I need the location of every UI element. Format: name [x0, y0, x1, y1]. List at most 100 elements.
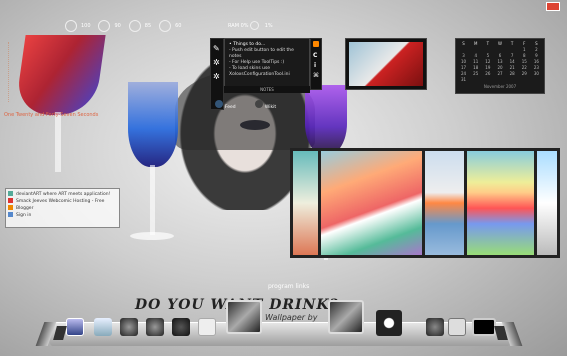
- slide-panel[interactable]: [318, 148, 426, 258]
- terminal-icon[interactable]: [472, 318, 496, 336]
- blank-icon[interactable]: [198, 318, 216, 336]
- gauge-icon: [65, 20, 77, 32]
- calendar-day[interactable]: 22: [519, 65, 530, 70]
- wallpaper-caption-line: One Twenty and Forty-Seven Seconds: [4, 112, 99, 118]
- bookmark-link[interactable]: Blogger: [8, 205, 117, 212]
- program-links-label: program links: [268, 283, 310, 290]
- computer-icon[interactable]: [66, 318, 84, 336]
- notes-widget[interactable]: • Things to do... - Push edit button to …: [224, 38, 310, 88]
- settings-icon[interactable]: [146, 318, 164, 336]
- slide-panel[interactable]: [422, 148, 468, 258]
- wikit-shortcut[interactable]: Wikit: [255, 100, 285, 114]
- feed-label: Feed: [224, 105, 236, 110]
- gauge-label: 100: [81, 23, 91, 29]
- calendar-day[interactable]: 18: [470, 65, 481, 70]
- calendar-day[interactable]: [458, 47, 469, 52]
- explorer-icon[interactable]: [448, 318, 466, 336]
- settings-icon[interactable]: [120, 318, 138, 336]
- glass-blue: [128, 82, 178, 167]
- calendar-day[interactable]: [494, 47, 505, 52]
- notes-item: - Push edit button to edit the notes: [229, 48, 294, 59]
- feed-shortcut[interactable]: Feed: [215, 100, 245, 114]
- rss-icon[interactable]: [313, 41, 319, 47]
- calendar-day[interactable]: 13: [494, 59, 505, 64]
- package-icon[interactable]: [328, 300, 364, 334]
- gauge-label: 85: [144, 23, 152, 29]
- calendar-day[interactable]: 3: [458, 53, 469, 58]
- calendar-day[interactable]: 17: [458, 65, 469, 70]
- calendar-day[interactable]: 6: [494, 53, 505, 58]
- wallpaper-scribble: [8, 42, 48, 102]
- calendar-day[interactable]: 29: [519, 71, 530, 76]
- bookmark-link[interactable]: Smack Jeeves Webcomic Hosting - Free: [8, 198, 117, 205]
- calendar-day[interactable]: 12: [482, 59, 493, 64]
- calendar-day[interactable]: 7: [507, 53, 518, 58]
- calendar-day[interactable]: 28: [507, 71, 518, 76]
- calendar-day[interactable]: [507, 47, 518, 52]
- calendar-day[interactable]: 8: [519, 53, 530, 58]
- notes-gear-icon[interactable]: ✲: [213, 58, 220, 67]
- wikit-icon: [255, 100, 263, 108]
- ram-label: RAM: [228, 23, 240, 29]
- calendar-day[interactable]: 30: [531, 71, 542, 76]
- calendar-day[interactable]: [482, 47, 493, 52]
- slide-panel[interactable]: [534, 148, 560, 258]
- notes-gear-icon[interactable]: ✲: [213, 72, 220, 81]
- gear-icon[interactable]: [376, 310, 402, 336]
- browser-icon[interactable]: [172, 318, 190, 336]
- notes-footer: NOTES: [224, 86, 310, 93]
- glass-blue-stem: [150, 165, 155, 235]
- info-icon[interactable]: i: [314, 62, 316, 69]
- gauge-label: 60: [175, 23, 182, 29]
- deviantart-icon: [8, 191, 13, 196]
- calendar-day[interactable]: 1: [519, 47, 530, 52]
- key-icon[interactable]: ⌘: [313, 72, 319, 79]
- calendar-day[interactable]: 19: [482, 65, 493, 70]
- calendar-day[interactable]: 4: [470, 53, 481, 58]
- bookmark-label: Blogger: [16, 206, 34, 211]
- calendar-day[interactable]: 2: [531, 47, 542, 52]
- bookmark-label: deviantART where ART meets application!: [16, 192, 111, 197]
- calendar-header: M: [473, 41, 478, 46]
- calendar-widget[interactable]: S M T W T F S 1 2 3 4 5 6 7 8 9 10 11 12 13 14 15 16 17 18 19 20 21…: [455, 38, 545, 94]
- bookmark-link[interactable]: deviantART where ART meets application!: [8, 191, 117, 198]
- c-icon[interactable]: C: [313, 52, 317, 59]
- glass-purple: [305, 85, 347, 155]
- smackjeeves-icon: [8, 198, 13, 203]
- calendar-day[interactable]: 10: [458, 59, 469, 64]
- calendar-day[interactable]: 9: [531, 53, 542, 58]
- gauge-icon: [159, 20, 172, 32]
- gauge-label: 90: [114, 23, 121, 29]
- calendar-grid: S M T W T F S 1 2 3 4 5 6 7 8 9 10 11 12 13 14 15 16 17 18 19 20 21…: [458, 41, 542, 82]
- calendar-day[interactable]: [470, 47, 481, 52]
- calendar-day[interactable]: 5: [482, 53, 493, 58]
- calendar-day[interactable]: 15: [519, 59, 530, 64]
- gauge-icon: [98, 20, 111, 32]
- package-icon[interactable]: [226, 300, 262, 334]
- calendar-day[interactable]: 21: [507, 65, 518, 70]
- calendar-day[interactable]: 25: [470, 71, 481, 76]
- glass-blue-base: [130, 232, 174, 240]
- calendar-day[interactable]: 24: [458, 71, 469, 76]
- photo-frame-widget[interactable]: [345, 38, 427, 90]
- calendar-day[interactable]: 16: [531, 59, 542, 64]
- calendar-day[interactable]: 27: [494, 71, 505, 76]
- calendar-month: November 2007: [483, 84, 517, 89]
- calendar-day[interactable]: 11: [470, 59, 481, 64]
- tray-flag-icon[interactable]: [546, 2, 560, 11]
- calendar-day[interactable]: 20: [494, 65, 505, 70]
- calendar-header: S: [462, 41, 465, 46]
- bookmark-link[interactable]: Sign in: [8, 212, 117, 219]
- calendar-day[interactable]: 14: [507, 59, 518, 64]
- slide-panel[interactable]: [464, 148, 538, 258]
- calendar-day[interactable]: 31: [458, 77, 469, 82]
- blogger-icon: [8, 205, 13, 210]
- notes-edit-icon[interactable]: ✎: [213, 44, 220, 53]
- calendar-day[interactable]: 23: [531, 65, 542, 70]
- calendar-day[interactable]: 26: [482, 71, 493, 76]
- ram-value: 0%: [240, 23, 249, 29]
- image-slideshow-widget[interactable]: [290, 148, 563, 258]
- recycle-bin-icon[interactable]: [94, 318, 112, 336]
- tool-icon[interactable]: [426, 318, 444, 336]
- bookmark-label: Sign in: [16, 213, 32, 218]
